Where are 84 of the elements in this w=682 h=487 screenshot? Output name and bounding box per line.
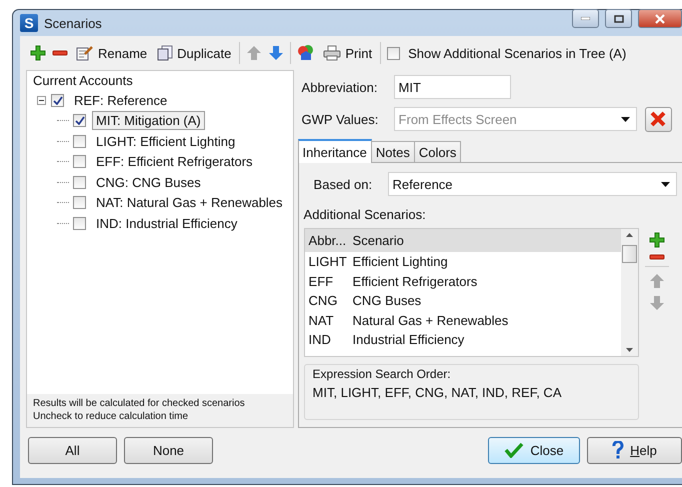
minimize-button[interactable]	[572, 9, 599, 28]
app-icon: S	[20, 14, 38, 32]
checkbox[interactable]	[73, 216, 86, 230]
close-dialog-button[interactable]: Close	[488, 436, 580, 464]
documents-icon	[157, 45, 174, 61]
window-title: Scenarios	[44, 16, 103, 30]
down-arrow-icon[interactable]	[268, 45, 284, 61]
maximize-icon	[614, 14, 624, 22]
help-button[interactable]: Help	[587, 436, 682, 464]
tab[interactable]: Colors	[414, 141, 462, 163]
minus-icon[interactable]	[648, 254, 665, 260]
checkbox[interactable]	[73, 114, 86, 128]
list-cell-text: NAT	[308, 312, 335, 328]
column-header[interactable]: Abbr...	[304, 233, 349, 248]
tree-heading: Current Accounts	[33, 73, 134, 88]
plus-icon[interactable]	[30, 45, 46, 61]
hint-text: Results will be calculated for checked scenarios	[33, 397, 246, 410]
scroll-thumb[interactable]	[622, 245, 637, 263]
field-label: Abbreviation:	[302, 80, 378, 94]
color-shapes-icon[interactable]	[297, 44, 316, 62]
close-icon	[655, 14, 665, 24]
tree-item[interactable]: NAT: Natural Gas + Renewables	[92, 193, 287, 212]
all-button[interactable]: All	[28, 436, 117, 464]
rename-button[interactable]: Rename	[74, 45, 150, 61]
checkmark-icon	[504, 442, 524, 458]
field-label: GWP Values:	[302, 112, 380, 126]
cross-icon	[650, 111, 666, 127]
list-row[interactable]: EFF Efficient Refrigerators	[304, 272, 621, 291]
minimize-icon	[581, 17, 590, 20]
tab[interactable]: Inheritance	[298, 139, 372, 163]
dropdown-arrow-icon	[620, 116, 630, 122]
tree-item[interactable]: LIGHT: Efficient Lighting	[92, 132, 240, 151]
column-header[interactable]: Scenario	[348, 233, 404, 248]
list-cell-text: CNG	[308, 293, 338, 308]
abbreviation-field[interactable]: MIT	[394, 75, 511, 99]
list-row[interactable]: LIGHT Efficient Lighting	[304, 252, 621, 272]
tree-item[interactable]: CNG: CNG Buses	[92, 172, 205, 192]
close-button[interactable]	[638, 9, 682, 28]
list-row[interactable]: NAT Natural Gas + Renewables	[304, 310, 621, 330]
tree-item[interactable]: REF: Reference	[70, 90, 172, 110]
checkbox[interactable]	[73, 155, 86, 168]
list-cell-text: Natural Gas + Renewables	[352, 312, 508, 328]
search-order-text: MIT, LIGHT, EFF, CNG, NAT, IND, REF, CA	[312, 385, 562, 400]
checkbox-label: Show Additional Scenarios in Tree (A)	[408, 46, 626, 60]
hint-text: Uncheck to reduce calculation time	[33, 410, 190, 423]
list-row[interactable]: IND Industrial Efficiency	[304, 330, 621, 350]
rename-icon	[76, 45, 94, 61]
delete-button[interactable]	[644, 106, 672, 132]
checkbox[interactable]	[73, 176, 86, 189]
checkbox[interactable]	[51, 94, 64, 107]
list-cell-text: Industrial Efficiency	[352, 332, 464, 348]
list-cell-text: LIGHT	[308, 254, 348, 270]
group-label: Expression Search Order:	[312, 367, 452, 381]
collapse-icon[interactable]	[37, 96, 46, 105]
based-on-dropdown[interactable]: Reference	[388, 172, 677, 196]
check-icon	[74, 116, 84, 126]
list-row[interactable]: CNG CNG Buses	[304, 291, 621, 310]
tree-item[interactable]: MIT: Mitigation (A)	[92, 111, 205, 130]
check-icon	[52, 96, 62, 105]
none-button[interactable]: None	[124, 436, 213, 464]
checkbox[interactable]	[387, 46, 400, 60]
minus-icon[interactable]	[52, 50, 68, 56]
checkbox[interactable]	[73, 134, 86, 148]
duplicate-button[interactable]: Duplicate	[155, 45, 234, 61]
list-cell-text: IND	[308, 332, 332, 348]
plus-icon[interactable]	[648, 232, 665, 248]
question-mark-icon	[612, 441, 624, 459]
field-label: Based on:	[314, 176, 374, 192]
list-cell-text: CNG Buses	[352, 293, 422, 308]
tree-item[interactable]: IND: Industrial Efficiency	[92, 214, 242, 233]
list-cell-text: Efficient Refrigerators	[352, 274, 478, 289]
tab[interactable]: Notes	[370, 141, 415, 163]
list-cell-text: EFF	[308, 274, 334, 289]
checkbox[interactable]	[73, 196, 86, 210]
maximize-button[interactable]	[605, 9, 632, 28]
scroll-down-icon[interactable]	[626, 348, 633, 352]
scroll-up-icon[interactable]	[626, 233, 633, 237]
dropdown-arrow-icon	[660, 182, 670, 186]
list-cell-text: Efficient Lighting	[352, 254, 448, 270]
print-button[interactable]: Print	[321, 45, 374, 61]
section-label: Additional Scenarios:	[304, 207, 427, 222]
tree-item[interactable]: EFF: Efficient Refrigerators	[92, 152, 257, 172]
scrollbar[interactable]	[620, 229, 638, 356]
printer-icon	[323, 45, 342, 61]
